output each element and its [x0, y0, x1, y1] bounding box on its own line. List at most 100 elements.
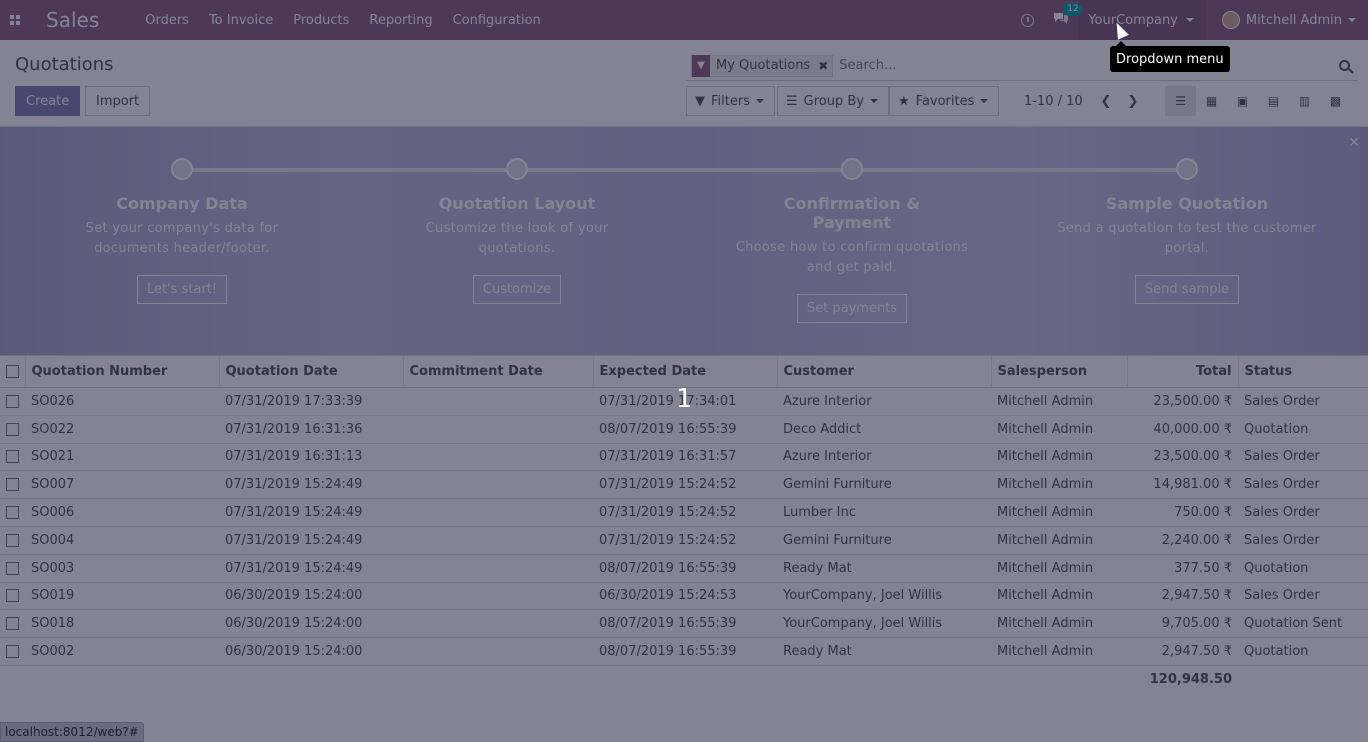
- step-dot: [171, 158, 193, 180]
- graph-view-icon[interactable]: ▥: [1289, 86, 1320, 116]
- table-cell: 08/07/2019 16:55:39: [593, 637, 777, 666]
- table-cell: 750.00 ₹: [1127, 498, 1238, 527]
- table-cell: YourCompany, Joel Willis: [777, 582, 991, 611]
- menu-configuration[interactable]: Configuration: [443, 0, 551, 40]
- activity-clock-icon[interactable]: [1010, 0, 1044, 40]
- table-row[interactable]: SO022 07/31/2019 16:31:36 08/07/2019 16:55…: [0, 415, 1368, 444]
- calendar-view-icon[interactable]: ▣: [1227, 86, 1258, 116]
- send-sample-button[interactable]: Send sample: [1134, 275, 1240, 304]
- step-dot: [841, 158, 863, 180]
- column-header[interactable]: Commitment Date: [402, 355, 593, 388]
- row-checkbox[interactable]: [0, 554, 25, 583]
- step-description: Set your company's data for documents he…: [85, 221, 279, 256]
- row-checkbox[interactable]: [0, 637, 25, 666]
- customize-button[interactable]: Customize: [472, 275, 562, 304]
- column-header[interactable]: Total: [1126, 355, 1238, 388]
- table-cell: 23,500.00 ₹: [1127, 443, 1238, 472]
- row-checkbox[interactable]: [0, 415, 25, 444]
- company-switcher-dropdown[interactable]: YourCompany: [1078, 0, 1206, 40]
- step-marker: 1: [676, 384, 693, 414]
- step-dot: [1176, 158, 1198, 180]
- menu-orders[interactable]: Orders: [135, 0, 199, 40]
- filter-icon: ▼: [695, 93, 705, 109]
- table-row[interactable]: SO007 07/31/2019 15:24:49 07/31/2019 15:24…: [0, 470, 1368, 500]
- column-header[interactable]: Salesperson: [990, 355, 1127, 388]
- import-button[interactable]: Import: [85, 86, 151, 116]
- column-header[interactable]: Expected Date: [592, 355, 777, 388]
- messaging-icon[interactable]: 12: [1044, 0, 1083, 40]
- row-checkbox[interactable]: [0, 609, 25, 639]
- list-view-icon[interactable]: ☰: [1165, 86, 1196, 116]
- row-checkbox[interactable]: [0, 526, 25, 555]
- filters-dropdown[interactable]: ▼ Filters: [686, 86, 775, 116]
- menu-products[interactable]: Products: [283, 0, 359, 40]
- search-icon[interactable]: [1330, 60, 1358, 71]
- column-header[interactable]: Quotation Date: [218, 355, 403, 388]
- table-row[interactable]: SO019 06/30/2019 15:24:00 06/30/2019 15:24…: [0, 582, 1368, 611]
- row-checkbox[interactable]: [0, 443, 25, 472]
- pager-previous-icon[interactable]: ❮: [1096, 90, 1116, 112]
- step-title: Confirmation & Payment: [783, 194, 921, 232]
- table-cell: Quotation: [1238, 415, 1368, 444]
- table-cell: Quotation Sent: [1238, 609, 1368, 639]
- favorites-label: Favorites: [915, 93, 975, 109]
- close-icon[interactable]: ✕: [1348, 135, 1360, 151]
- table-cell: 2,240.00 ₹: [1127, 526, 1238, 555]
- column-header[interactable]: Quotation Number: [24, 355, 219, 388]
- table-cell: Sales Order: [1238, 582, 1368, 611]
- onboarding-step: Sample Quotation Send a quotation to tes…: [1057, 127, 1317, 304]
- table-cell: 07/31/2019 15:24:49: [219, 470, 403, 500]
- search-facet: ▼ My Quotations ✖: [691, 54, 834, 77]
- table-cell: 07/31/2019 15:24:52: [593, 470, 777, 500]
- table-row[interactable]: SO006 07/31/2019 15:24:49 07/31/2019 15:24…: [0, 498, 1368, 527]
- url-status-bar: localhost:8012/web?#: [0, 722, 144, 742]
- menu-to-invoice[interactable]: To Invoice: [199, 0, 283, 40]
- progress-track: [182, 168, 1188, 172]
- table-cell: [403, 526, 593, 555]
- table-cell: 07/31/2019 15:24:49: [219, 498, 403, 527]
- pager-next-icon[interactable]: ❯: [1123, 90, 1143, 112]
- search-input[interactable]: [839, 58, 1330, 73]
- row-checkbox[interactable]: [0, 498, 25, 527]
- tooltip: Dropdown menu: [1110, 41, 1230, 72]
- table-row[interactable]: SO021 07/31/2019 16:31:13 07/31/2019 16:31…: [0, 443, 1368, 472]
- favorites-dropdown[interactable]: ★ Favorites: [889, 86, 1000, 116]
- create-button[interactable]: Create: [15, 86, 81, 116]
- groupby-dropdown[interactable]: ☰ Group By: [777, 86, 889, 116]
- column-header[interactable]: Status: [1237, 355, 1368, 388]
- row-checkbox[interactable]: [0, 582, 25, 611]
- table-row[interactable]: SO003 07/31/2019 15:24:49 08/07/2019 16:55…: [0, 554, 1368, 583]
- step-title: Quotation Layout: [438, 194, 596, 213]
- table-row[interactable]: SO002 06/30/2019 15:24:00 08/07/2019 16:55…: [0, 637, 1368, 666]
- select-all-checkbox[interactable]: [0, 355, 25, 388]
- remove-facet-icon[interactable]: ✖: [814, 59, 832, 73]
- pager-value[interactable]: 1-10 / 10: [1024, 94, 1083, 109]
- table-cell: Mitchell Admin: [991, 526, 1127, 555]
- table-cell: 08/07/2019 16:55:39: [593, 554, 777, 583]
- app-brand[interactable]: Sales: [46, 8, 99, 32]
- table-cell: Gemini Furniture: [777, 470, 991, 500]
- table-cell: Ready Mat: [777, 554, 991, 583]
- lets-start-button[interactable]: Let's start!: [136, 275, 228, 304]
- table-cell: SO007: [25, 470, 219, 500]
- activity-view-icon[interactable]: ▩: [1320, 86, 1351, 116]
- table-cell: Mitchell Admin: [991, 498, 1127, 527]
- row-checkbox[interactable]: [0, 387, 25, 416]
- table-cell: Gemini Furniture: [777, 526, 991, 555]
- user-menu[interactable]: Mitchell Admin: [1206, 0, 1368, 40]
- table-row[interactable]: SO018 06/30/2019 15:24:00 08/07/2019 16:55…: [0, 609, 1368, 639]
- table-cell: Mitchell Admin: [991, 470, 1127, 500]
- pivot-view-icon[interactable]: ▤: [1258, 86, 1289, 116]
- avatar: [1221, 11, 1240, 29]
- user-name: Mitchell Admin: [1245, 12, 1342, 28]
- company-name: YourCompany: [1088, 12, 1178, 28]
- kanban-view-icon[interactable]: ▦: [1196, 86, 1227, 116]
- set-payments-button[interactable]: Set payments: [796, 294, 908, 323]
- table-cell: Sales Order: [1238, 498, 1368, 527]
- table-cell: [403, 443, 593, 472]
- table-row[interactable]: SO004 07/31/2019 15:24:49 07/31/2019 15:24…: [0, 526, 1368, 555]
- column-header[interactable]: Customer: [776, 355, 991, 388]
- menu-reporting[interactable]: Reporting: [359, 0, 442, 40]
- apps-menu-icon[interactable]: [0, 0, 30, 40]
- row-checkbox[interactable]: [0, 470, 25, 500]
